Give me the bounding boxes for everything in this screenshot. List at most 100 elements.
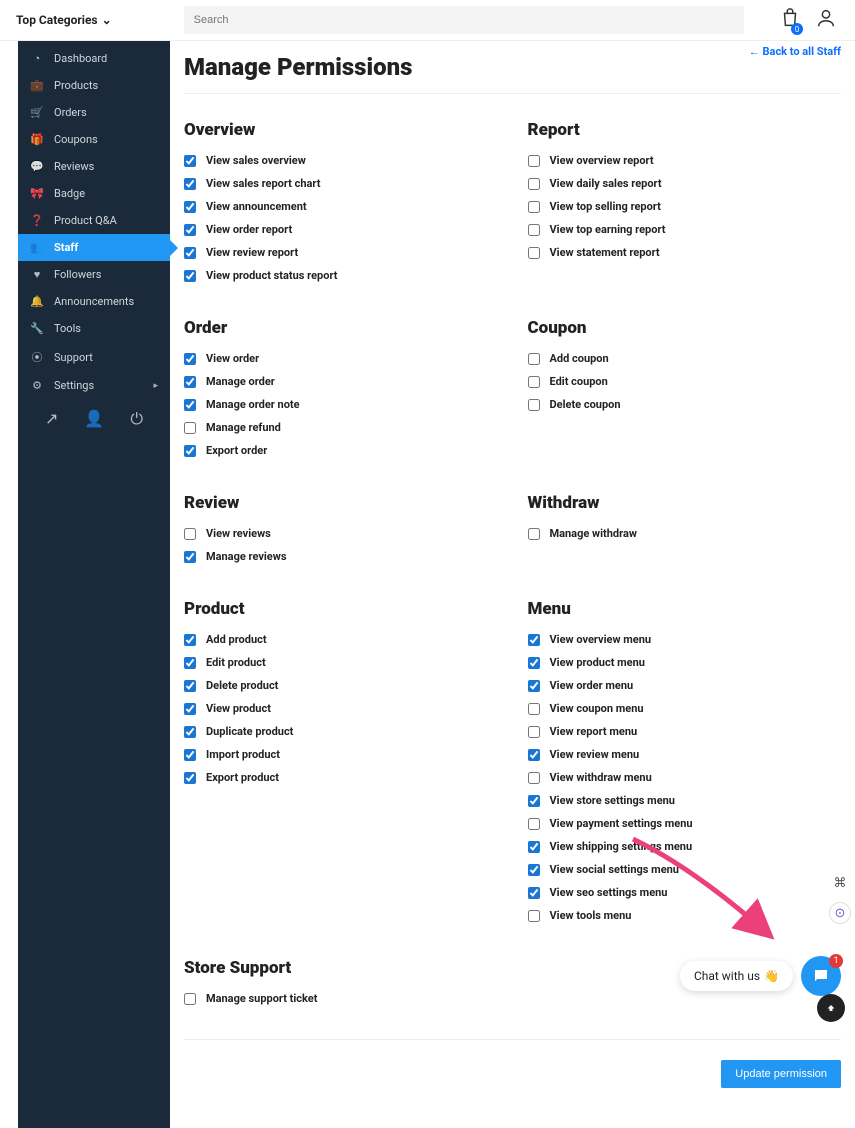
permission-checkbox[interactable] xyxy=(528,703,540,715)
permission-checkbox[interactable] xyxy=(184,772,196,784)
permission-checkbox[interactable] xyxy=(528,247,540,259)
permission-row[interactable]: View review menu xyxy=(528,748,842,761)
permission-checkbox[interactable] xyxy=(184,178,196,190)
power-icon[interactable]: ⏻ xyxy=(130,409,143,429)
sidebar-item-products[interactable]: 💼Products xyxy=(18,72,170,99)
back-to-staff-link[interactable]: ← Back to all Staff xyxy=(749,45,841,58)
sidebar-item-followers[interactable]: ♥Followers xyxy=(18,261,170,288)
profile-icon[interactable]: 👤 xyxy=(84,409,104,429)
sidebar-item-badge[interactable]: 🎀Badge xyxy=(18,180,170,207)
permission-checkbox[interactable] xyxy=(184,749,196,761)
permission-row[interactable]: View social settings menu xyxy=(528,863,842,876)
permission-checkbox[interactable] xyxy=(184,270,196,282)
permission-checkbox[interactable] xyxy=(528,680,540,692)
permission-checkbox[interactable] xyxy=(184,224,196,236)
permission-checkbox[interactable] xyxy=(184,399,196,411)
permission-checkbox[interactable] xyxy=(528,201,540,213)
permission-row[interactable]: Duplicate product xyxy=(184,725,498,738)
shopping-bag-icon[interactable]: 0 xyxy=(779,7,801,33)
assist-icon[interactable]: ⊙ xyxy=(829,902,851,924)
external-link-icon[interactable]: ↗ xyxy=(45,409,58,429)
permission-row[interactable]: View report menu xyxy=(528,725,842,738)
chat-bubble[interactable]: Chat with us 👋 xyxy=(680,961,793,991)
permission-row[interactable]: Delete product xyxy=(184,679,498,692)
permission-checkbox[interactable] xyxy=(528,528,540,540)
sidebar-item-orders[interactable]: 🛒Orders xyxy=(18,99,170,126)
permission-row[interactable]: View daily sales report xyxy=(528,177,842,190)
permission-checkbox[interactable] xyxy=(184,680,196,692)
permission-row[interactable]: Import product xyxy=(184,748,498,761)
permission-row[interactable]: Add product xyxy=(184,633,498,646)
permission-row[interactable]: View reviews xyxy=(184,527,498,540)
permission-checkbox[interactable] xyxy=(184,993,196,1005)
permission-checkbox[interactable] xyxy=(184,201,196,213)
permission-row[interactable]: Manage refund xyxy=(184,421,498,434)
permission-row[interactable]: Manage support ticket xyxy=(184,992,498,1005)
permission-checkbox[interactable] xyxy=(528,399,540,411)
permission-checkbox[interactable] xyxy=(528,795,540,807)
permission-row[interactable]: View shipping settings menu xyxy=(528,840,842,853)
permission-row[interactable]: Delete coupon xyxy=(528,398,842,411)
permission-row[interactable]: Edit coupon xyxy=(528,375,842,388)
permission-checkbox[interactable] xyxy=(184,634,196,646)
permission-row[interactable]: View overview menu xyxy=(528,633,842,646)
permission-row[interactable]: Manage reviews xyxy=(184,550,498,563)
permission-checkbox[interactable] xyxy=(528,657,540,669)
sidebar-item-announcements[interactable]: 🔔Announcements xyxy=(18,288,170,315)
permission-row[interactable]: View overview report xyxy=(528,154,842,167)
permission-row[interactable]: View order xyxy=(184,352,498,365)
chat-button[interactable]: 1 xyxy=(801,956,841,996)
permission-row[interactable]: View review report xyxy=(184,246,498,259)
permission-row[interactable]: View top selling report xyxy=(528,200,842,213)
permission-checkbox[interactable] xyxy=(528,634,540,646)
sidebar-item-dashboard[interactable]: ◔Dashboard xyxy=(18,45,170,72)
permission-row[interactable]: View payment settings menu xyxy=(528,817,842,830)
sidebar-item-staff[interactable]: 👥Staff xyxy=(18,234,170,261)
permission-row[interactable]: View announcement xyxy=(184,200,498,213)
permission-checkbox[interactable] xyxy=(184,247,196,259)
permission-checkbox[interactable] xyxy=(184,703,196,715)
permission-checkbox[interactable] xyxy=(528,353,540,365)
permission-checkbox[interactable] xyxy=(528,818,540,830)
permission-checkbox[interactable] xyxy=(528,910,540,922)
permission-checkbox[interactable] xyxy=(528,887,540,899)
permission-checkbox[interactable] xyxy=(528,841,540,853)
permission-row[interactable]: View withdraw menu xyxy=(528,771,842,784)
permission-row[interactable]: Manage order xyxy=(184,375,498,388)
permission-row[interactable]: View sales overview xyxy=(184,154,498,167)
grid-icon[interactable]: ⌘ xyxy=(829,872,851,894)
user-icon[interactable] xyxy=(815,7,837,33)
permission-row[interactable]: Export order xyxy=(184,444,498,457)
permission-checkbox[interactable] xyxy=(184,528,196,540)
update-permission-button[interactable]: Update permission xyxy=(721,1060,841,1088)
sidebar-item-tools[interactable]: 🔧Tools xyxy=(18,315,170,342)
permission-row[interactable]: Manage order note xyxy=(184,398,498,411)
permission-row[interactable]: View store settings menu xyxy=(528,794,842,807)
permission-row[interactable]: View coupon menu xyxy=(528,702,842,715)
permission-checkbox[interactable] xyxy=(528,772,540,784)
permission-row[interactable]: View product status report xyxy=(184,269,498,282)
permission-checkbox[interactable] xyxy=(184,551,196,563)
permission-checkbox[interactable] xyxy=(184,422,196,434)
sidebar-item-coupons[interactable]: 🎁Coupons xyxy=(18,126,170,153)
scroll-top-button[interactable] xyxy=(817,994,845,1022)
permission-row[interactable]: View tools menu xyxy=(528,909,842,922)
sidebar-item-support[interactable]: ⦿Support xyxy=(18,342,170,372)
permission-row[interactable]: Edit product xyxy=(184,656,498,669)
permission-checkbox[interactable] xyxy=(528,178,540,190)
top-categories-dropdown[interactable]: Top Categories ⌄ xyxy=(12,13,112,27)
permission-checkbox[interactable] xyxy=(528,726,540,738)
permission-checkbox[interactable] xyxy=(528,376,540,388)
permission-row[interactable]: Export product xyxy=(184,771,498,784)
permission-checkbox[interactable] xyxy=(184,376,196,388)
search-input[interactable] xyxy=(184,6,744,34)
permission-checkbox[interactable] xyxy=(184,445,196,457)
permission-checkbox[interactable] xyxy=(528,224,540,236)
permission-row[interactable]: View product menu xyxy=(528,656,842,669)
permission-row[interactable]: View order report xyxy=(184,223,498,236)
sidebar-item-reviews[interactable]: 💬Reviews xyxy=(18,153,170,180)
sidebar-item-settings[interactable]: ⚙Settings▸ xyxy=(18,372,170,399)
permission-row[interactable]: Add coupon xyxy=(528,352,842,365)
sidebar-item-product-q-a[interactable]: ❓Product Q&A xyxy=(18,207,170,234)
permission-checkbox[interactable] xyxy=(528,749,540,761)
